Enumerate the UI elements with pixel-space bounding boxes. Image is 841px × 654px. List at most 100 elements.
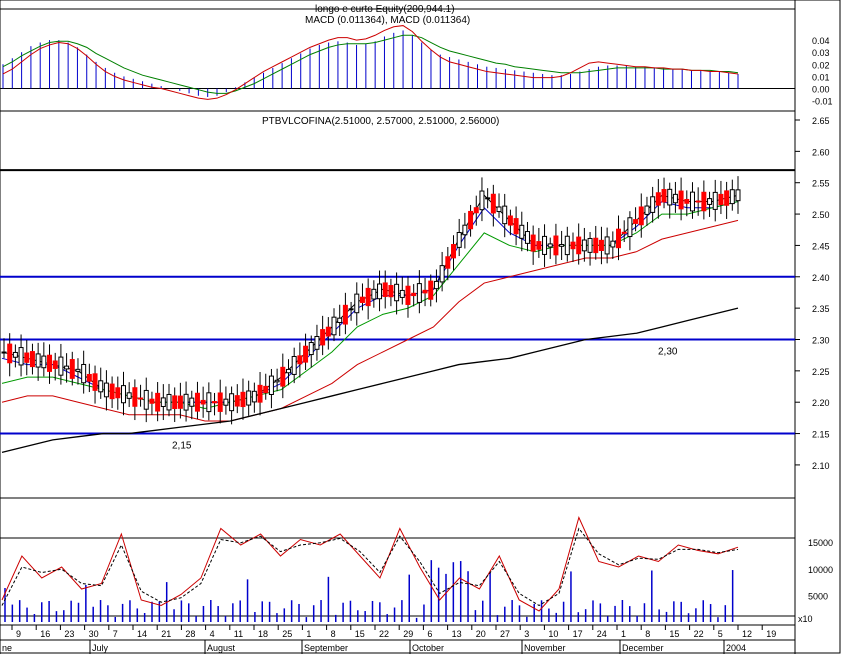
candle-body <box>519 224 525 239</box>
candle-body <box>627 217 633 238</box>
candle-body <box>433 280 439 290</box>
candle-body <box>7 343 13 364</box>
candle-body <box>291 355 297 375</box>
candle-body <box>456 231 462 248</box>
candle-body <box>524 231 530 244</box>
candle-body <box>155 392 161 412</box>
price-tick-label: 2.35 <box>812 304 830 314</box>
x-tick-label: 15 <box>355 629 365 639</box>
candle-body <box>132 387 138 407</box>
candle-body <box>405 285 411 305</box>
macd-tick-label: 0.01 <box>812 72 830 82</box>
x-tick-label: 25 <box>282 629 292 639</box>
macd-tick-label: 0.04 <box>812 36 830 46</box>
candle-body <box>103 382 109 398</box>
candle-body <box>120 385 126 404</box>
x-tick-label: 19 <box>766 629 776 639</box>
candle-body <box>513 218 519 235</box>
macd-tick-label: 0.02 <box>812 60 830 70</box>
candle-body <box>684 198 690 204</box>
candle-body <box>274 379 280 383</box>
price-tick-label: 2.65 <box>812 116 830 126</box>
candle-body <box>468 210 474 230</box>
x-tick-label: 7 <box>113 629 118 639</box>
price-tick-label: 2.45 <box>812 241 830 251</box>
stoch-tick-label: 15000 <box>808 538 833 548</box>
x-tick-label: 20 <box>476 629 486 639</box>
x-tick-label: 22 <box>694 629 704 639</box>
candle-body <box>263 385 269 394</box>
candle-body <box>257 384 263 403</box>
candle-body <box>331 316 337 336</box>
candle-body <box>655 192 661 206</box>
stoch-tick-label: 5000 <box>808 591 828 601</box>
x-tick-label: 1 <box>621 629 626 639</box>
chart-canvas: longo e curto Equity(200,944.1) MACD (0.… <box>0 0 841 654</box>
x-tick-label: 22 <box>379 629 389 639</box>
candle-body <box>229 393 235 412</box>
candle-body <box>394 283 400 302</box>
candle-body <box>621 231 627 234</box>
x-tick-label: 24 <box>597 629 607 639</box>
candle-body <box>650 196 656 213</box>
candle-body <box>371 288 377 300</box>
macd-subtitle: MACD (0.011364), MACD (0.011364) <box>305 15 470 26</box>
candle-body <box>735 189 741 202</box>
x-tick-label: 8 <box>645 629 650 639</box>
candle-body <box>246 390 252 406</box>
candle-body <box>462 224 468 236</box>
candle-body <box>297 355 303 365</box>
x-tick-label: 29 <box>403 629 413 639</box>
candle-body <box>92 373 98 391</box>
candle-body <box>268 375 274 395</box>
candle-body <box>280 366 286 387</box>
candle-body <box>98 380 104 393</box>
candle-body <box>485 197 491 200</box>
stoch-scale-note: x10 <box>798 614 813 624</box>
candle-body <box>75 368 81 372</box>
x-tick-label: 13 <box>452 629 462 639</box>
x-tick-label: 1 <box>306 629 311 639</box>
price-tick-label: 2.20 <box>812 398 830 408</box>
price-tick-label: 2.25 <box>812 367 830 377</box>
candle-body <box>388 285 394 298</box>
month-label: December <box>622 643 664 653</box>
candle-body <box>126 392 132 399</box>
x-tick-label: 3 <box>524 629 529 639</box>
x-tick-label: 28 <box>185 629 195 639</box>
x-tick-label: 23 <box>64 629 74 639</box>
candle-body <box>223 398 229 406</box>
candle-body <box>718 193 724 206</box>
candle-body <box>672 193 678 204</box>
candle-body <box>234 395 240 407</box>
candle-body <box>553 235 559 256</box>
candle-body <box>559 244 565 247</box>
candle-body <box>451 244 457 259</box>
candle-body <box>303 345 309 363</box>
level-label-2-30: 2,30 <box>658 346 678 357</box>
candle-body <box>695 200 701 203</box>
month-label: November <box>524 643 566 653</box>
candle-body <box>581 239 587 252</box>
candle-body <box>616 228 622 249</box>
candle-body <box>314 335 320 350</box>
candle-body <box>166 393 172 411</box>
candle-body <box>542 235 548 255</box>
candle-body <box>610 240 616 248</box>
candle-body <box>64 365 70 370</box>
candle-body <box>35 353 41 368</box>
month-label: ne <box>2 643 12 653</box>
candle-body <box>183 393 189 411</box>
candle-body <box>342 304 348 325</box>
candle-body <box>411 292 417 297</box>
candle-body <box>58 356 64 376</box>
candle-body <box>189 397 195 407</box>
candle-body <box>701 191 707 212</box>
x-tick-label: 6 <box>427 629 432 639</box>
x-tick-label: 18 <box>258 629 268 639</box>
candle-body <box>689 191 695 212</box>
candle-body <box>69 359 75 379</box>
candle-body <box>570 241 576 250</box>
candle-body <box>143 389 149 410</box>
x-tick-label: 15 <box>669 629 679 639</box>
